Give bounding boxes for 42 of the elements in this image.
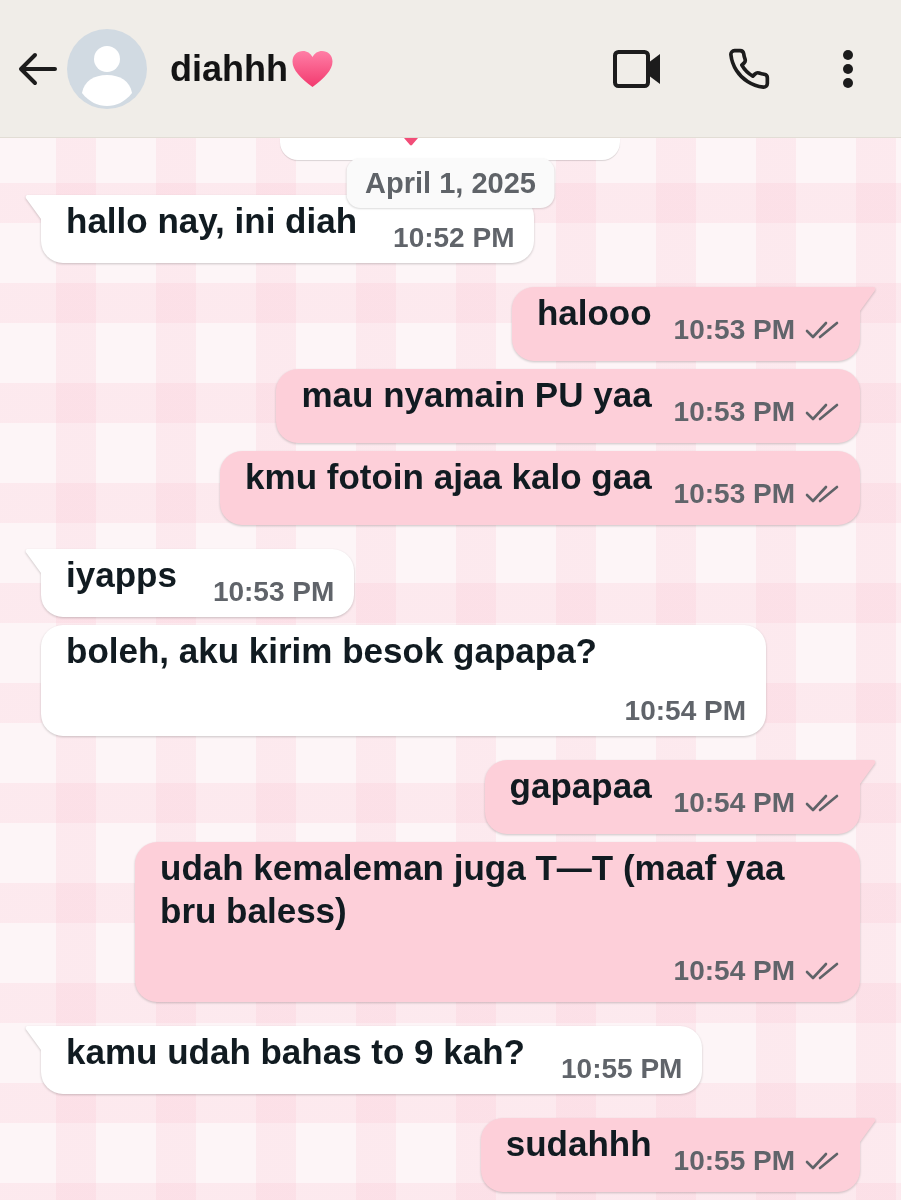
- message-time: 10:53 PM: [673, 478, 795, 510]
- bubble-tail: [24, 1026, 41, 1050]
- heart-icon: [404, 138, 418, 146]
- message-text: kamu udah bahas to 9 kah?: [66, 1031, 525, 1073]
- message-time: 10:53 PM: [673, 396, 795, 428]
- contact-name[interactable]: diahhh: [170, 47, 288, 90]
- message-text: iyapps: [66, 554, 177, 596]
- bubble-tail: [860, 1118, 877, 1142]
- message-bubble[interactable]: sudahhh 10:55 PM: [480, 1118, 860, 1192]
- message-text: kmu fotoin ajaa kalo gaa: [245, 456, 652, 498]
- message-bubble[interactable]: udah kemaleman juga T—T (maaf yaa bru baless) 10:54 PM: [135, 842, 860, 1002]
- message-time: 10:55 PM: [561, 1053, 683, 1085]
- message-text: boleh, aku kirim besok gapapa?: [66, 630, 597, 672]
- bubble-tail: [860, 287, 877, 311]
- message-bubble[interactable]: kmu fotoin ajaa kalo gaa 10:53 PM: [220, 451, 860, 525]
- message-bubble[interactable]: kamu udah bahas to 9 kah? 10:55 PM: [41, 1026, 703, 1094]
- more-options-icon[interactable]: [841, 48, 855, 89]
- message-text: gapapaa: [509, 765, 652, 807]
- message-time: 10:54 PM: [673, 787, 795, 819]
- heart-icon: [290, 48, 335, 89]
- video-camera-icon[interactable]: [613, 49, 661, 88]
- bubble-tail: [24, 195, 41, 219]
- message-time: 10:54 PM: [673, 955, 795, 987]
- phone-icon[interactable]: [727, 46, 771, 91]
- message-bubble[interactable]: boleh, aku kirim besok gapapa? 10:54 PM: [41, 625, 766, 736]
- message-text: udah kemaleman juga T—T (maaf yaa bru baless): [160, 847, 786, 932]
- message-time: 10:55 PM: [673, 1145, 795, 1177]
- bubble-tail: [860, 760, 877, 784]
- back-arrow-icon[interactable]: [18, 51, 58, 86]
- message-bubble[interactable]: halooo 10:53 PM: [511, 287, 860, 361]
- message-time: 10:53 PM: [673, 314, 795, 346]
- message-text: sudahhh: [505, 1123, 652, 1165]
- message-bubble[interactable]: mau nyamain PU yaa 10:53 PM: [276, 369, 860, 443]
- bubble-tail: [24, 549, 41, 573]
- message-time: 10:53 PM: [212, 576, 335, 608]
- date-chip: April 1, 2025: [346, 158, 555, 208]
- message-time: 10:52 PM: [393, 222, 515, 254]
- message-bubble[interactable]: iyapps 10:53 PM: [41, 549, 355, 617]
- message-bubble[interactable]: gapapaa 10:54 PM: [484, 760, 860, 834]
- message-text: halooo: [536, 292, 652, 334]
- message-time: 10:54 PM: [624, 695, 746, 727]
- message-text: mau nyamain PU yaa: [301, 374, 652, 416]
